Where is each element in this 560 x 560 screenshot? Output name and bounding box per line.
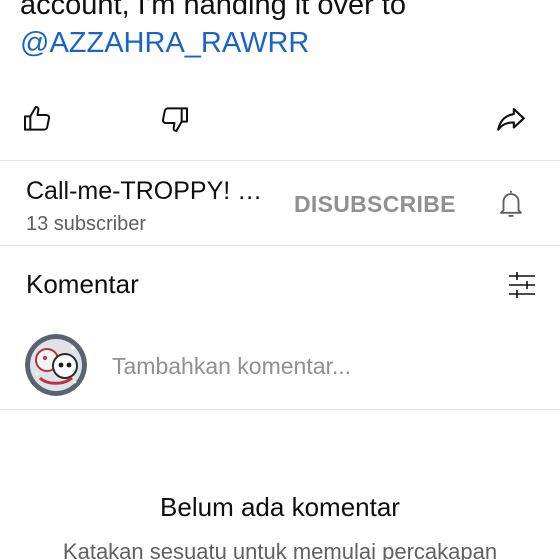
divider (0, 160, 560, 161)
thumbs-down-icon (162, 107, 188, 132)
empty-comments-subtitle: Katakan sesuatu untuk memulai percakapan (62, 539, 498, 560)
comment-input[interactable] (112, 350, 532, 382)
user-avatar[interactable] (25, 334, 87, 396)
divider (0, 245, 560, 246)
like-button[interactable] (14, 96, 60, 142)
channel-name[interactable]: Call-me-TROPPY! … (26, 175, 262, 207)
subscriber-count: 13 subscriber (26, 213, 147, 235)
divider (0, 409, 560, 410)
dislike-button[interactable] (152, 96, 198, 142)
empty-comments-title: Belum ada komentar (160, 492, 400, 522)
mention-link[interactable]: @AZZAHRA_RAWRR (20, 24, 550, 62)
thumbs-up-icon (24, 106, 50, 131)
share-icon (497, 108, 525, 131)
notification-button[interactable] (492, 184, 530, 224)
sort-comments-button[interactable] (504, 268, 540, 302)
description-text: account, I'm handing it over to (20, 0, 406, 21)
bell-icon (500, 190, 522, 217)
action-bar (0, 96, 560, 142)
avatar-image (25, 334, 87, 396)
video-watch-page: account, I'm handing it over to @AZZAHRA… (0, 0, 560, 560)
sliders-icon (509, 272, 535, 298)
video-description: account, I'm handing it over to @AZZAHRA… (20, 0, 550, 62)
unsubscribe-button[interactable]: DISUBSCRIBE (294, 188, 456, 220)
comments-title: Komentar (26, 269, 139, 299)
share-button[interactable] (488, 96, 534, 142)
